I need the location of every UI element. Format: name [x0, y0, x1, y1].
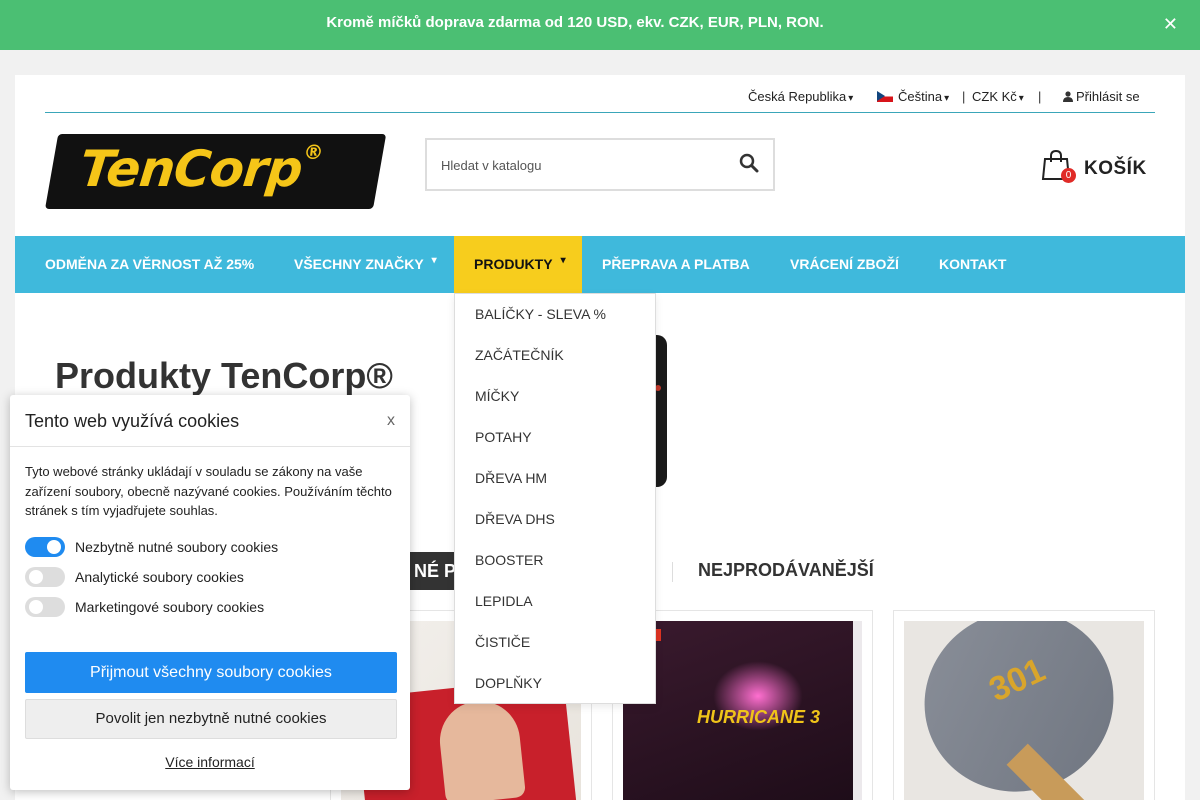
product-card[interactable]: 301: [893, 610, 1155, 800]
cart-label: KOŠÍK: [1084, 158, 1147, 179]
dropdown-item-blades-hm[interactable]: DŘEVA HM: [475, 470, 547, 486]
czech-flag-icon: [877, 91, 893, 102]
logo-registered-mark: ®: [302, 140, 324, 164]
dropdown-item-blades-dhs[interactable]: DŘEVA DHS: [475, 511, 555, 527]
nav-item-brands[interactable]: VŠECHNY ZNAČKY ▾: [294, 236, 437, 293]
currency-label: CZK Kč: [972, 89, 1017, 104]
language-label: Čeština: [898, 89, 943, 104]
chevron-down-icon: ▾: [848, 93, 854, 104]
language-selector[interactable]: Čeština ▾: [877, 89, 949, 104]
login-label: Přihlásit se: [1076, 89, 1140, 104]
toggle-switch-marketing[interactable]: [25, 597, 65, 617]
cookie-dialog: Tento web využívá cookies x Tyto webové …: [10, 395, 410, 790]
search-box: [425, 138, 775, 191]
more-info-link[interactable]: Více informací: [10, 754, 410, 770]
shipping-banner: Kromě míčků doprava zdarma od 120 USD, e…: [0, 0, 1200, 50]
cookie-description: Tyto webové stránky ukládají v souladu s…: [25, 464, 392, 518]
chevron-down-icon: ▾: [944, 93, 950, 104]
page-title: Produkty TenCorp®: [55, 355, 393, 396]
separator: |: [962, 89, 966, 104]
cookie-title: Tento web využívá cookies: [25, 411, 240, 431]
tab-bestsellers[interactable]: NEJPRODÁVANĚJŠÍ: [698, 560, 874, 581]
country-selector[interactable]: Česká Republika ▾: [748, 89, 853, 104]
cart-button[interactable]: 0 KOŠÍK: [1041, 149, 1151, 185]
dropdown-item-beginner[interactable]: ZAČÁTEČNÍK: [475, 347, 564, 363]
nav-label: ODMĚNA ZA VĚRNOST AŽ 25%: [45, 256, 255, 272]
main-nav: ODMĚNA ZA VĚRNOST AŽ 25% VŠECHNY ZNAČKY ▾…: [15, 236, 1185, 293]
user-icon: [1063, 91, 1073, 102]
search-icon[interactable]: [739, 153, 759, 173]
close-icon[interactable]: ✕: [1163, 14, 1178, 35]
product-image: HURRICANE 3: [623, 621, 862, 800]
nav-label: VŠECHNY ZNAČKY: [294, 256, 424, 272]
login-link[interactable]: Přihlásit se: [1063, 89, 1140, 104]
toggle-switch-analytics[interactable]: [25, 567, 65, 587]
dropdown-item-glues[interactable]: LEPIDLA: [475, 593, 533, 609]
chevron-down-icon: ▾: [431, 255, 437, 266]
chevron-down-icon: ▾: [560, 255, 566, 266]
logo[interactable]: TenCorp®: [45, 134, 387, 209]
toggle-label: Marketingové soubory cookies: [75, 599, 265, 615]
cart-count-badge: 0: [1061, 168, 1076, 183]
nav-label: PŘEPRAVA A PLATBA: [602, 256, 750, 272]
nav-item-shipping[interactable]: PŘEPRAVA A PLATBA: [602, 236, 750, 293]
logo-text: TenCorp®: [77, 140, 324, 198]
banner-text: Kromě míčků doprava zdarma od 120 USD, e…: [326, 14, 824, 31]
tab-divider: [672, 562, 673, 582]
dropdown-item-bundles[interactable]: BALÍČKY - SLEVA %: [475, 306, 606, 322]
product-image-label: HURRICANE 3: [697, 707, 821, 727]
separator: |: [1038, 89, 1042, 104]
cookie-header: Tento web využívá cookies x: [10, 395, 410, 447]
country-label: Česká Republika: [748, 89, 847, 104]
nav-label: VRÁCENÍ ZBOŽÍ: [790, 256, 899, 272]
products-dropdown: BALÍČKY - SLEVA % ZAČÁTEČNÍK MÍČKY POTAH…: [454, 293, 656, 704]
dropdown-item-rubbers[interactable]: POTAHY: [475, 429, 532, 445]
dropdown-item-balls[interactable]: MÍČKY: [475, 388, 519, 404]
close-icon[interactable]: x: [387, 412, 395, 430]
dropdown-item-cleaners[interactable]: ČISTIČE: [475, 634, 530, 650]
toggle-switch-necessary[interactable]: [25, 537, 65, 557]
dropdown-item-booster[interactable]: BOOSTER: [475, 552, 543, 568]
top-bar: Česká Republika ▾ Čeština ▾ | CZK Kč ▾ | Př…: [45, 75, 1155, 113]
nav-label: PRODUKTY: [474, 256, 553, 272]
chevron-down-icon: ▾: [1018, 93, 1024, 104]
nav-item-loyalty[interactable]: ODMĚNA ZA VĚRNOST AŽ 25%: [45, 236, 254, 293]
product-image: 301: [904, 621, 1144, 800]
logo-wordmark: TenCorp: [76, 140, 305, 198]
nav-item-contact[interactable]: KONTAKT: [939, 236, 1006, 293]
search-input[interactable]: [441, 154, 721, 176]
nav-item-products[interactable]: PRODUKTY ▾: [454, 236, 582, 293]
toggle-label: Nezbytně nutné soubory cookies: [75, 539, 279, 555]
nav-label: KONTAKT: [939, 256, 1007, 272]
dropdown-item-accessories[interactable]: DOPLŇKY: [475, 675, 542, 691]
toggle-label: Analytické soubory cookies: [75, 569, 244, 585]
currency-selector[interactable]: CZK Kč ▾: [972, 89, 1024, 104]
nav-item-returns[interactable]: VRÁCENÍ ZBOŽÍ: [790, 236, 899, 293]
necessary-cookies-button[interactable]: Povolit jen nezbytně nutné cookies: [25, 699, 397, 739]
accept-all-cookies-button[interactable]: Přijmout všechny soubory cookies: [25, 652, 397, 693]
